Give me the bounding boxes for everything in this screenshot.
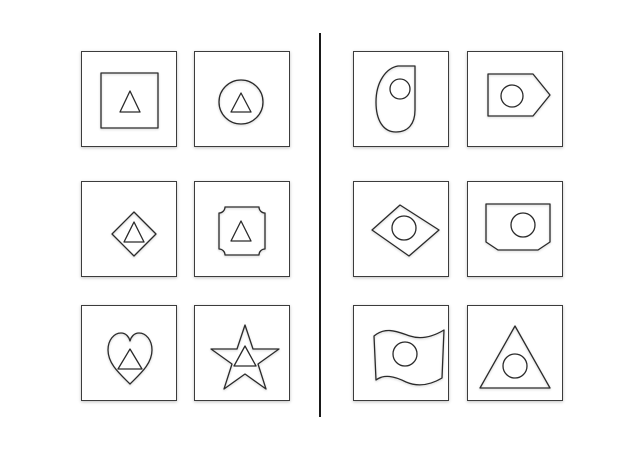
star-icon <box>210 324 280 390</box>
tile-wavy-flag-circle <box>353 305 449 401</box>
tile-star-triangle <box>194 305 290 401</box>
triangle-icon <box>230 220 252 242</box>
tile-triangle-circle <box>467 305 563 401</box>
tile-heart-triangle <box>81 305 177 401</box>
circle-icon <box>500 84 524 108</box>
rhombus-icon <box>371 204 440 257</box>
heart-icon <box>107 332 153 385</box>
square-icon <box>100 72 159 129</box>
tile-pentagon-arrow-circle <box>467 51 563 147</box>
triangle-icon <box>479 325 551 389</box>
tile-shield-banner-circle <box>467 181 563 277</box>
triangle-icon <box>117 348 143 370</box>
tile-notched-square-triangle <box>194 181 290 277</box>
circle-icon <box>391 215 417 241</box>
circle-icon <box>389 78 411 100</box>
tile-blob-circle <box>353 51 449 147</box>
tile-diamond-triangle <box>81 181 177 277</box>
pentagon-arrow-icon <box>487 73 551 117</box>
tile-rhombus-circle <box>353 181 449 277</box>
triangle-icon <box>123 221 145 243</box>
circle-icon <box>502 353 528 379</box>
circle-icon <box>510 212 536 238</box>
circle-icon <box>218 79 264 125</box>
diamond-icon <box>111 211 157 257</box>
tile-circle-triangle <box>194 51 290 147</box>
wavy-flag-icon <box>373 329 445 386</box>
notched-square-icon <box>218 206 266 256</box>
shield-banner-icon <box>485 203 551 251</box>
tile-square-triangle <box>81 51 177 147</box>
rounded-blob-icon <box>375 65 416 133</box>
triangle-icon <box>230 92 252 113</box>
group-divider <box>319 33 321 417</box>
circle-icon <box>392 341 418 367</box>
triangle-icon <box>119 90 141 113</box>
